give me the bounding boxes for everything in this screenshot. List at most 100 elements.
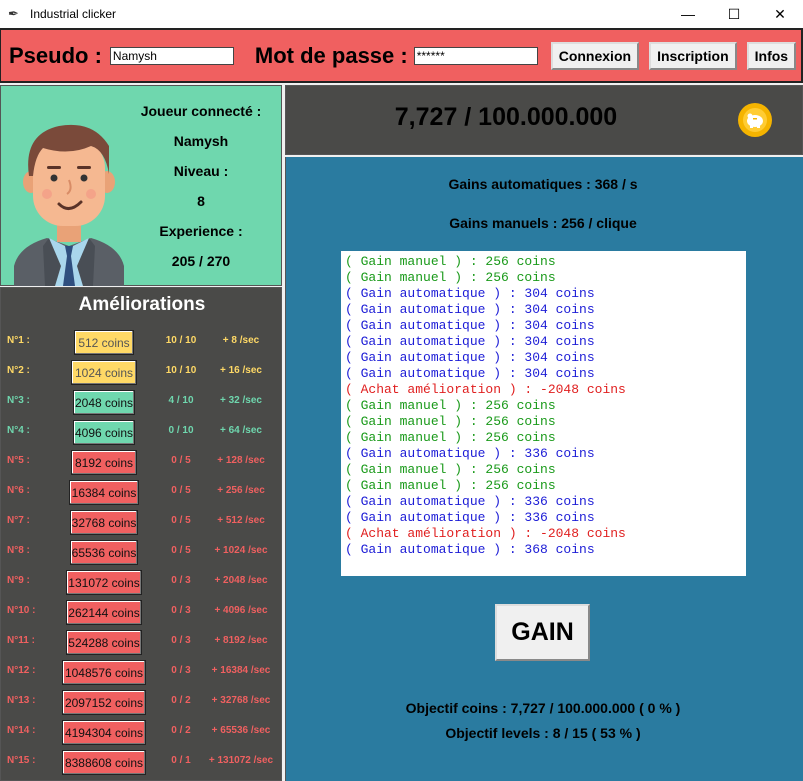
connexion-button[interactable]: Connexion [550, 41, 640, 70]
upgrade-row: N°11 : 524288 coins 0 / 3 + 8192 /sec [1, 628, 283, 658]
upgrade-number: N°9 : [7, 575, 30, 586]
upgrade-row: N°6 : 16384 coins 0 / 5 + 256 /sec [1, 478, 283, 508]
upgrade-row: N°2 : 1024 coins 10 / 10 + 16 /sec [1, 358, 283, 388]
upgrade-buy-button[interactable]: 8192 coins [71, 450, 137, 475]
password-label: Mot de passe : [254, 42, 408, 68]
upgrade-gain: + 8192 /sec [214, 635, 268, 646]
upgrade-number: N°12 : [7, 665, 36, 676]
upgrade-row: N°1 : 512 coins 10 / 10 + 8 /sec [1, 328, 283, 358]
log-entry: ( Gain automatique ) : 304 coins [345, 318, 595, 333]
upgrade-row: N°3 : 2048 coins 4 / 10 + 32 /sec [1, 388, 283, 418]
upgrade-number: N°15 : [7, 755, 36, 766]
auto-gains-text: Gains automatiques : 368 / s [448, 176, 638, 192]
upgrade-buy-button[interactable]: 8388608 coins [62, 750, 146, 775]
upgrade-gain: + 16 /sec [220, 365, 262, 376]
upgrade-number: N°2 : [7, 365, 30, 376]
pseudo-input[interactable] [109, 46, 234, 65]
upgrade-number: N°3 : [7, 395, 30, 406]
objective-coins-text: Objectif coins : 7,727 / 100.000.000 ( 0… [405, 700, 681, 716]
upgrade-level: 0 / 3 [171, 635, 191, 646]
experience-label: Experience : [159, 223, 243, 239]
upgrade-level: 0 / 3 [171, 605, 191, 616]
upgrade-buy-button[interactable]: 4096 coins [73, 420, 135, 445]
upgrade-buy-button[interactable]: 524288 coins [66, 630, 142, 655]
upgrade-number: N°4 : [7, 425, 30, 436]
upgrade-gain: + 128 /sec [217, 455, 265, 466]
upgrade-buy-button[interactable]: 65536 coins [70, 540, 138, 565]
upgrade-level: 0 / 2 [171, 695, 191, 706]
upgrade-number: N°13 : [7, 695, 36, 706]
manual-gains-text: Gains manuels : 256 / clique [449, 215, 637, 231]
infos-button[interactable]: Infos [746, 41, 797, 70]
upgrade-level: 0 / 5 [171, 485, 191, 496]
upgrade-level: 10 / 10 [165, 335, 197, 346]
upgrade-buy-button[interactable]: 1024 coins [71, 360, 137, 385]
upgrade-buy-button[interactable]: 262144 coins [66, 600, 142, 625]
player-panel: Joueur connecté : Namysh Niveau : 8 Expe… [0, 85, 282, 286]
upgrade-buy-button[interactable]: 4194304 coins [62, 720, 146, 745]
upgrade-buy-button[interactable]: 32768 coins [70, 510, 138, 535]
inscription-button[interactable]: Inscription [649, 41, 737, 70]
maximize-button[interactable]: ☐ [711, 0, 757, 28]
log-entry: ( Gain manuel ) : 256 coins [345, 414, 556, 429]
upgrade-buy-button[interactable]: 16384 coins [69, 480, 139, 505]
upgrade-number: N°11 : [7, 635, 35, 646]
upgrade-row: N°8 : 65536 coins 0 / 5 + 1024 /sec [1, 538, 283, 568]
log-entry: ( Gain automatique ) : 304 coins [345, 286, 595, 301]
log-entry: ( Gain manuel ) : 256 coins [345, 398, 556, 413]
upgrade-level: 0 / 1 [171, 755, 191, 766]
close-button[interactable]: ✕ [757, 0, 803, 28]
upgrade-number: N°6 : [7, 485, 30, 496]
upgrade-level: 0 / 5 [171, 545, 191, 556]
upgrade-level: 0 / 2 [171, 725, 191, 736]
upgrade-number: N°7 : [7, 515, 30, 526]
minimize-button[interactable]: — [665, 0, 711, 28]
upgrade-gain: + 131072 /sec [208, 755, 274, 766]
gain-button[interactable]: GAIN [495, 604, 590, 661]
player-info: Joueur connecté : Namysh Niveau : 8 Expe… [121, 96, 281, 276]
log-entry: ( Gain manuel ) : 256 coins [345, 430, 556, 445]
log-entry: ( Gain manuel ) : 256 coins [345, 270, 556, 285]
pseudo-label: Pseudo : [9, 42, 102, 68]
upgrade-gain: + 32 /sec [220, 395, 262, 406]
log-entry: ( Gain automatique ) : 304 coins [345, 350, 595, 365]
upgrade-level: 4 / 10 [168, 395, 194, 406]
upgrade-buy-button[interactable]: 2097152 coins [62, 690, 146, 715]
upgrade-gain: + 256 /sec [217, 485, 265, 496]
upgrade-level: 0 / 3 [171, 665, 191, 676]
main-panel: Gains automatiques : 368 / s Gains manue… [285, 157, 803, 781]
log-entry: ( Achat amélioration ) : -2048 coins [345, 526, 626, 541]
upgrade-gain: + 4096 /sec [214, 605, 268, 616]
upgrade-row: N°7 : 32768 coins 0 / 5 + 512 /sec [1, 508, 283, 538]
upgrade-number: N°5 : [7, 455, 30, 466]
feather-icon: ✒ [8, 6, 19, 21]
password-input[interactable] [413, 46, 538, 65]
log-entry: ( Gain automatique ) : 336 coins [345, 494, 595, 509]
upgrade-number: N°1 : [7, 335, 30, 346]
activity-log[interactable]: ( Gain manuel ) : 256 coins( Gain manuel… [341, 251, 746, 576]
upgrade-row: N°4 : 4096 coins 0 / 10 + 64 /sec [1, 418, 283, 448]
upgrade-row: N°13 : 2097152 coins 0 / 2 + 32768 /sec [1, 688, 283, 718]
log-entry: ( Gain automatique ) : 304 coins [345, 334, 595, 349]
objective-levels-text: Objectif levels : 8 / 15 ( 53 % ) [445, 725, 641, 741]
upgrade-buy-button[interactable]: 131072 coins [66, 570, 142, 595]
window-controls: — ☐ ✕ [665, 0, 803, 28]
upgrade-buy-button[interactable]: 512 coins [74, 330, 134, 355]
upgrade-number: N°10 : [7, 605, 36, 616]
coin-count: 7,727 / 100.000.000 [394, 103, 618, 131]
log-entry: ( Achat amélioration ) : -2048 coins [345, 382, 626, 397]
player-name: Namysh [173, 133, 229, 149]
level-label: Niveau : [173, 163, 229, 179]
upgrade-gain: + 16384 /sec [211, 665, 271, 676]
upgrade-row: N°15 : 8388608 coins 0 / 1 + 131072 /sec [1, 748, 283, 778]
upgrade-gain: + 65536 /sec [211, 725, 271, 736]
upgrade-buy-button[interactable]: 1048576 coins [62, 660, 146, 685]
login-bar: Pseudo : Mot de passe : Connexion Inscri… [0, 28, 803, 83]
upgrade-row: N°14 : 4194304 coins 0 / 2 + 65536 /sec [1, 718, 283, 748]
upgrade-row: N°9 : 131072 coins 0 / 3 + 2048 /sec [1, 568, 283, 598]
upgrade-level: 0 / 5 [171, 515, 191, 526]
upgrade-gain: + 8 /sec [222, 335, 260, 346]
player-experience: 205 / 270 [171, 253, 231, 269]
upgrade-buy-button[interactable]: 2048 coins [73, 390, 135, 415]
upgrades-title: Améliorations [78, 294, 206, 315]
